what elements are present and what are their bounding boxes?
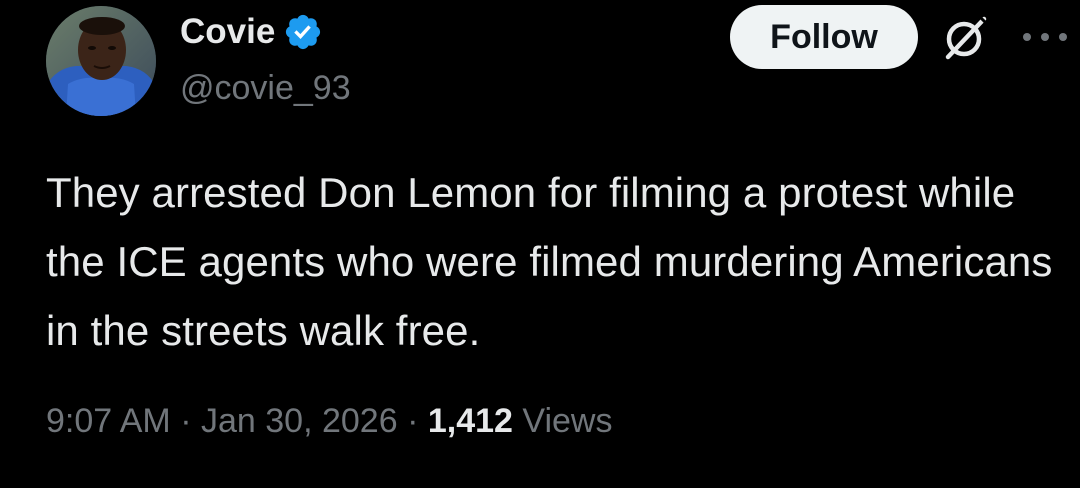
author-name-row: Covie [180,10,323,54]
follow-button[interactable]: Follow [730,5,918,69]
tweet-card: Covie @covie_93 Follow They arrested Don… [0,0,1080,488]
views-label: Views [522,402,613,440]
meta-separator-2: · [407,402,419,440]
tweet-metadata: 9:07 AM · Jan 30, 2026 · 1,412 Views [46,398,612,444]
grok-icon[interactable] [940,13,990,63]
meta-separator: · [180,402,192,440]
tweet-date[interactable]: Jan 30, 2026 [201,402,398,440]
more-options-icon[interactable] [1020,30,1070,44]
tweet-text: They arrested Don Lemon for filming a pr… [46,169,1053,354]
views-count[interactable]: 1,412 [428,402,513,440]
author-display-name[interactable]: Covie [180,10,275,54]
tweet-time[interactable]: 9:07 AM [46,402,171,440]
author-avatar[interactable] [46,6,156,116]
avatar-image [46,6,156,116]
author-handle[interactable]: @covie_93 [180,66,351,110]
verified-badge-icon[interactable] [283,12,323,52]
